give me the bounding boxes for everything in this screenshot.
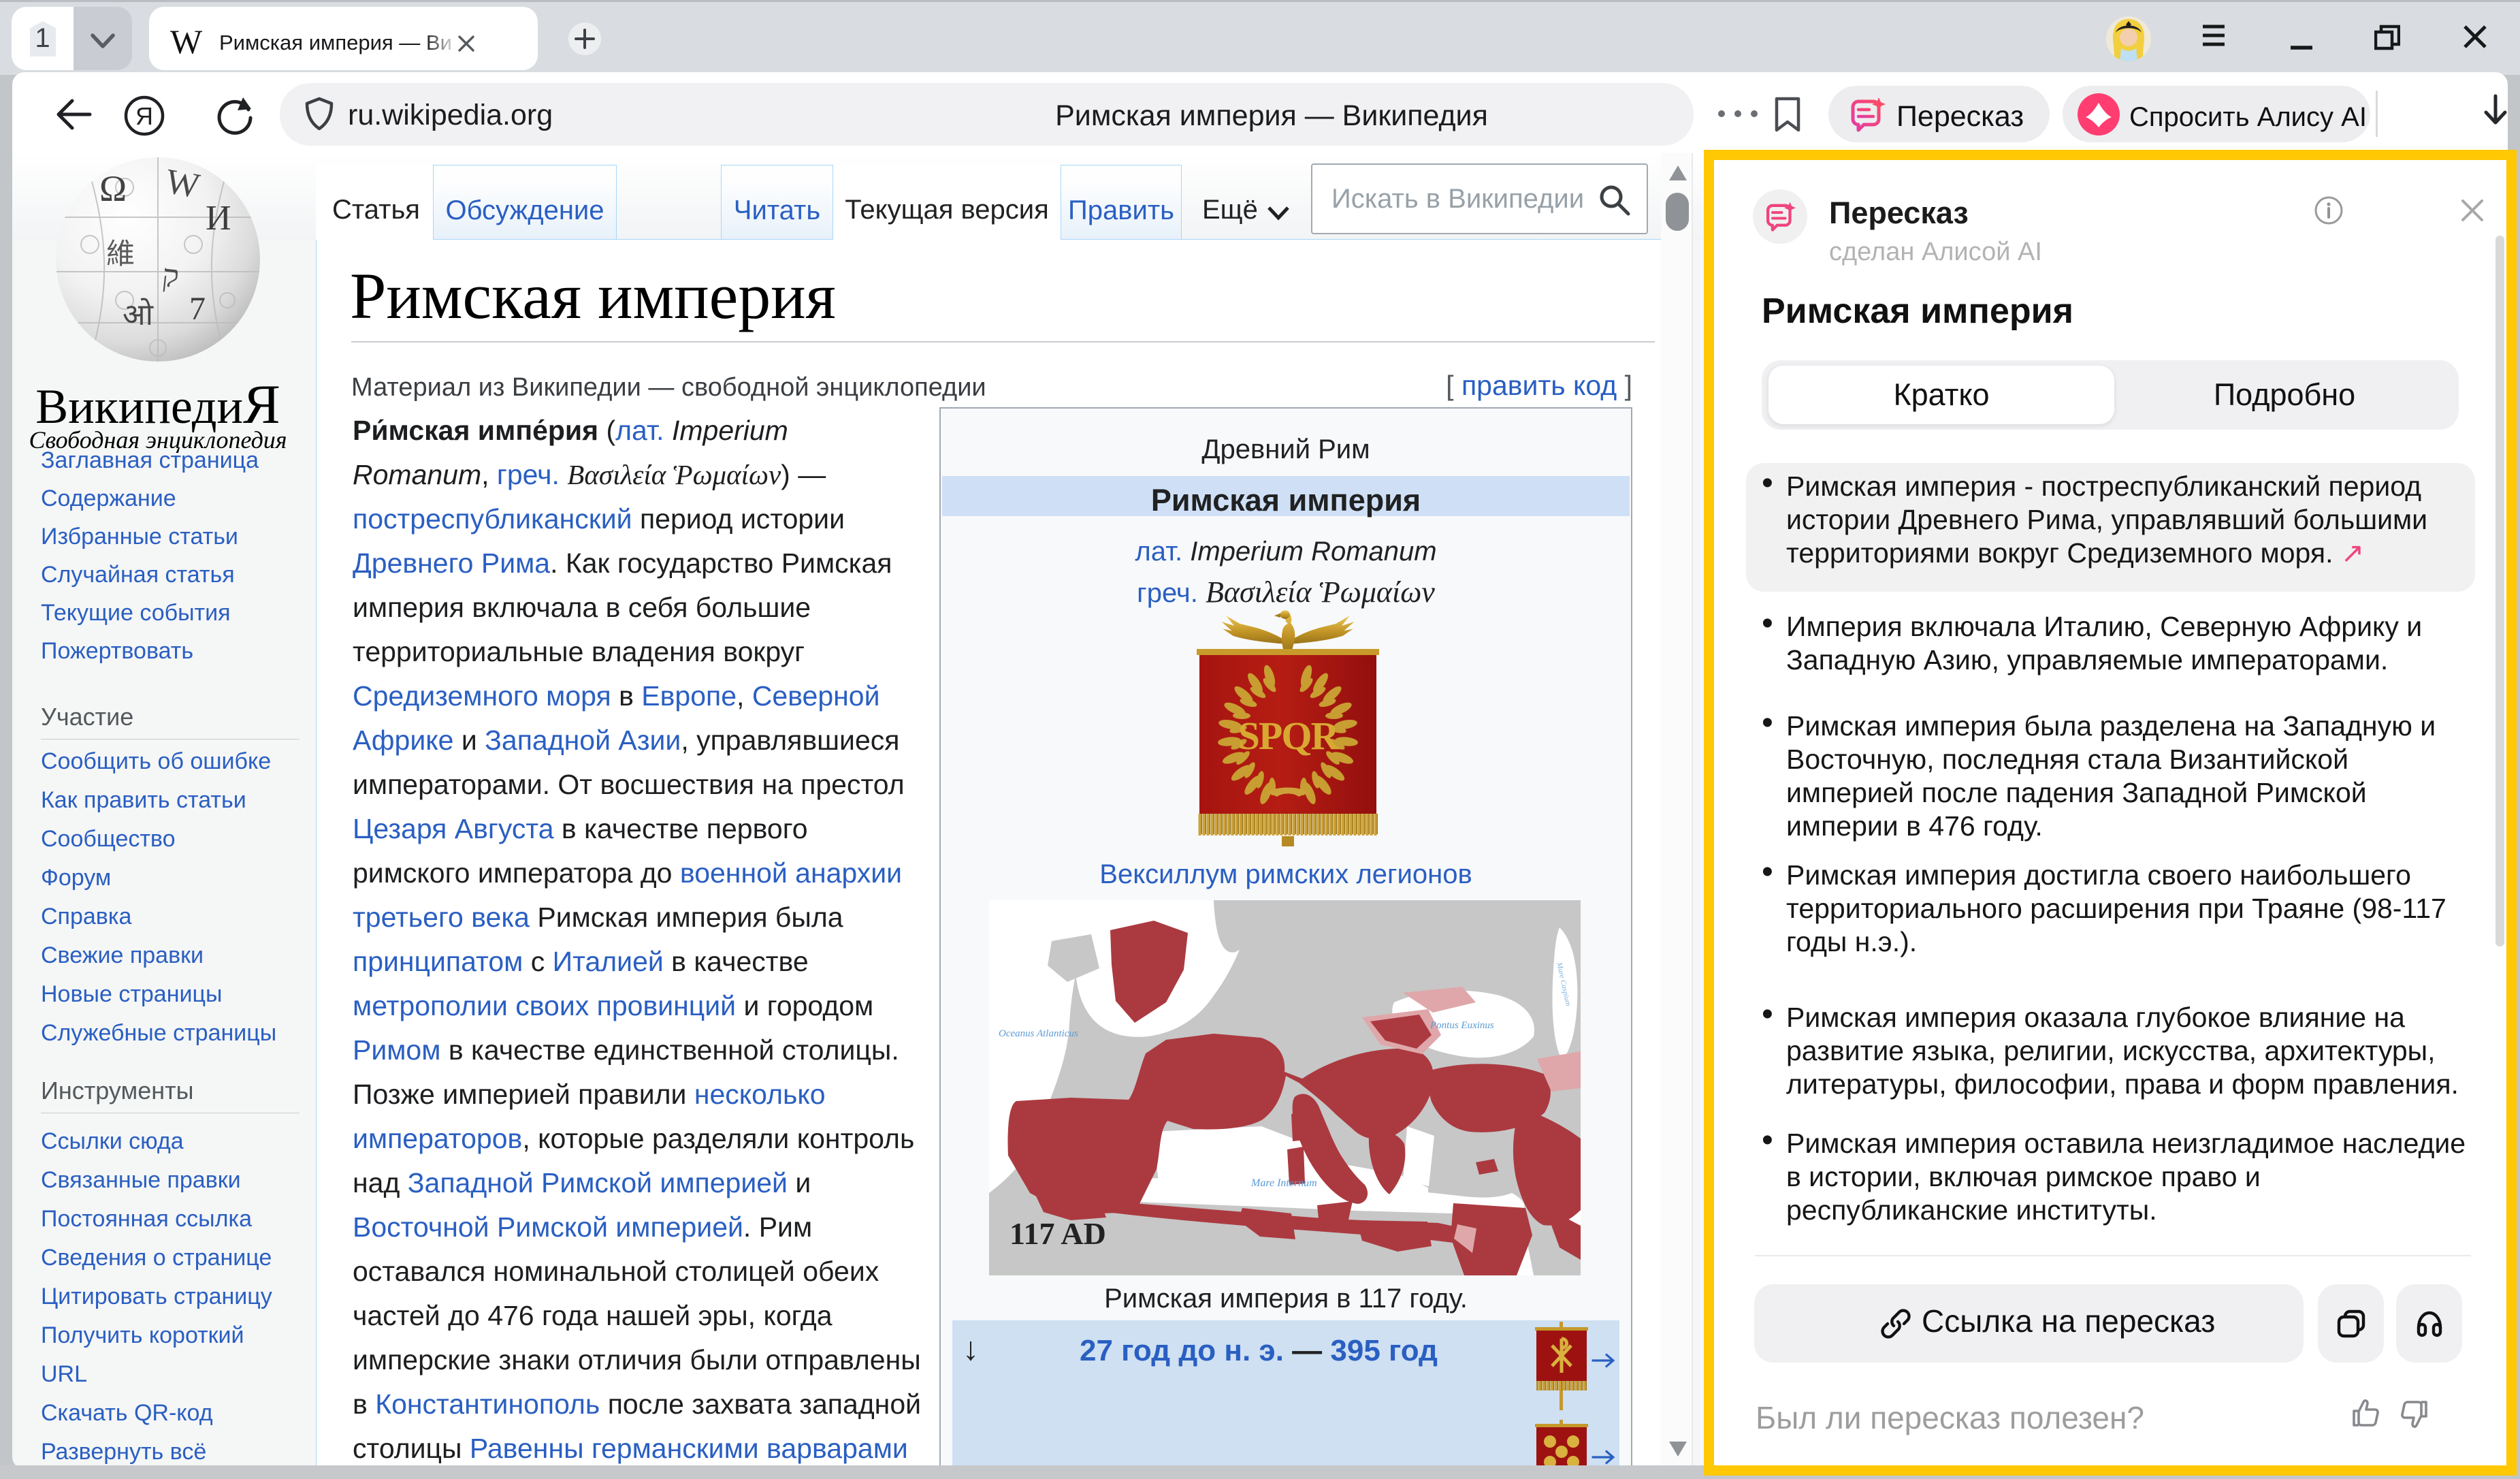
svg-text:SPQR: SPQR	[1238, 714, 1340, 758]
svg-text:W: W	[163, 162, 202, 206]
svg-text:Mare Internum: Mare Internum	[1250, 1177, 1317, 1189]
svg-text:7: 7	[189, 291, 206, 327]
svg-text:Я: Я	[135, 102, 153, 130]
svg-text:ओ: ओ	[123, 298, 154, 332]
svg-text:Pontus Euxinus: Pontus Euxinus	[1429, 1020, 1494, 1031]
svg-text:Ω: Ω	[99, 168, 127, 209]
svg-text:維: 維	[106, 238, 135, 270]
svg-text:И: И	[206, 199, 231, 238]
svg-text:117 AD: 117 AD	[1009, 1216, 1106, 1251]
svg-text:Oceanus Atlanticus: Oceanus Atlanticus	[999, 1028, 1078, 1039]
